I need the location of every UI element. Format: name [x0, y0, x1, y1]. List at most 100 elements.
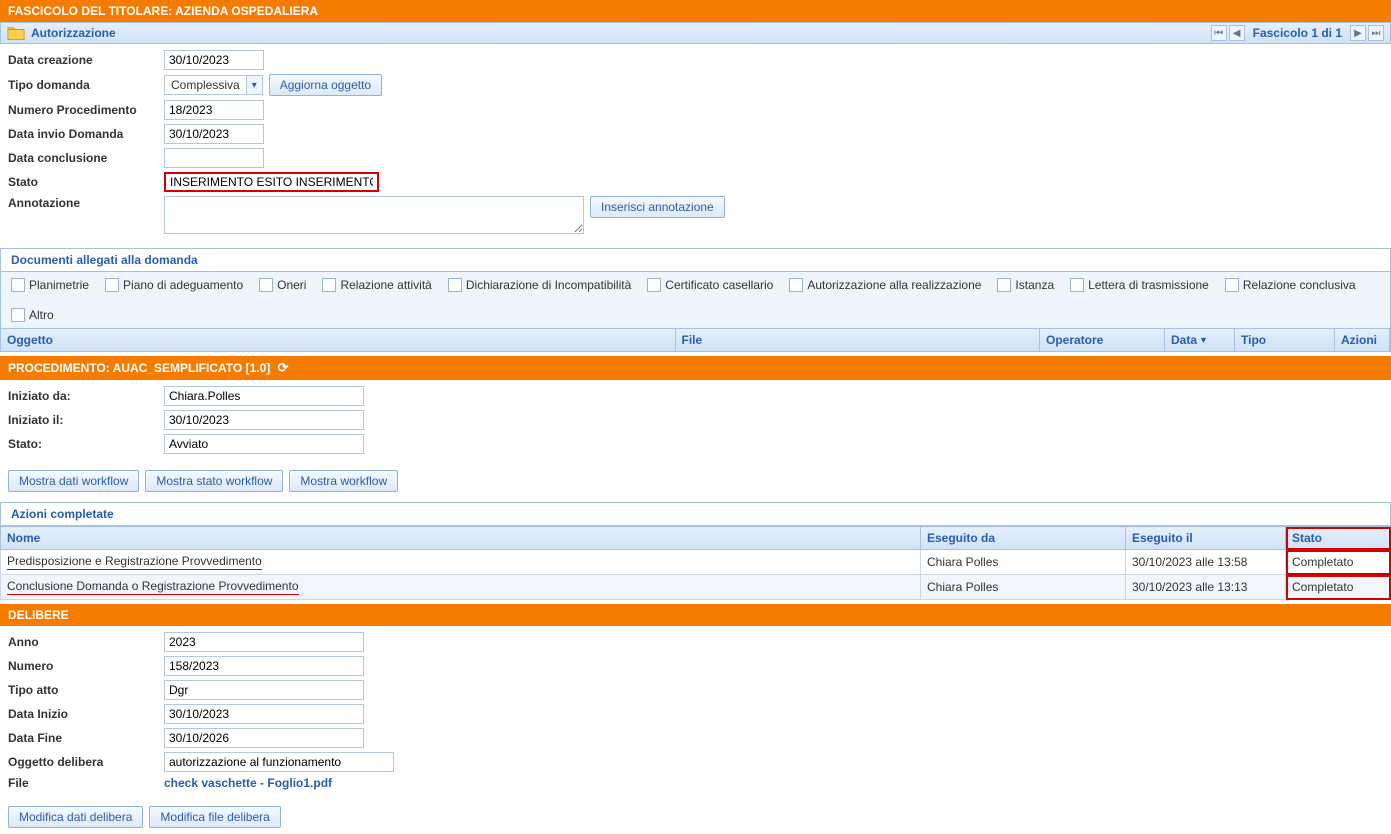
- doc-type-label: Istanza: [1015, 278, 1054, 292]
- stato-input[interactable]: [164, 172, 379, 192]
- doc-type-item[interactable]: Oneri: [259, 278, 306, 292]
- checkbox-icon[interactable]: [11, 278, 25, 292]
- nav-next-icon[interactable]: ▶: [1350, 25, 1366, 41]
- checkbox-icon[interactable]: [1070, 278, 1084, 292]
- doc-type-label: Planimetrie: [29, 278, 89, 292]
- oggetto-delibera-input[interactable]: [164, 752, 394, 772]
- oggetto-delibera-label: Oggetto delibera: [8, 755, 158, 769]
- checkbox-icon[interactable]: [322, 278, 336, 292]
- data-invio-input[interactable]: [164, 124, 264, 144]
- data-creazione-label: Data creazione: [8, 53, 158, 67]
- azione-eseguito-da: Chiara Polles: [921, 550, 1126, 575]
- autorizzazione-bar: Autorizzazione ⏮ ◀ Fascicolo 1 di 1 ▶ ⏭: [0, 22, 1391, 44]
- azioni-completate-header: Azioni completate: [0, 502, 1391, 526]
- checkbox-icon[interactable]: [1225, 278, 1239, 292]
- doc-type-label: Relazione conclusiva: [1243, 278, 1356, 292]
- sort-desc-icon: ▼: [1199, 335, 1208, 345]
- azioni-col-nome[interactable]: Nome: [1, 527, 921, 550]
- data-fine-label: Data Fine: [8, 731, 158, 745]
- doc-type-label: Certificato casellario: [665, 278, 773, 292]
- file-label: File: [8, 776, 158, 790]
- documenti-columns: Oggetto File Operatore Data▼ Tipo Azioni: [0, 329, 1391, 352]
- nav-last-icon[interactable]: ⏭: [1368, 25, 1384, 41]
- azione-eseguito-da: Chiara Polles: [921, 575, 1126, 600]
- data-creazione-input[interactable]: [164, 50, 264, 70]
- doc-type-item[interactable]: Autorizzazione alla realizzazione: [789, 278, 981, 292]
- numero-input[interactable]: [164, 656, 364, 676]
- doc-type-label: Lettera di trasmissione: [1088, 278, 1209, 292]
- anno-input[interactable]: [164, 632, 364, 652]
- doc-type-label: Relazione attività: [340, 278, 431, 292]
- data-inizio-input[interactable]: [164, 704, 364, 724]
- tipo-domanda-value: Complessiva: [165, 76, 246, 94]
- tipo-domanda-label: Tipo domanda: [8, 78, 158, 92]
- azione-eseguito-il: 30/10/2023 alle 13:13: [1126, 575, 1286, 600]
- fascicolo-nav: ⏮ ◀ Fascicolo 1 di 1 ▶ ⏭: [1211, 25, 1384, 41]
- mostra-workflow-button[interactable]: Mostra workflow: [289, 470, 398, 492]
- doc-type-item[interactable]: Lettera di trasmissione: [1070, 278, 1209, 292]
- tipo-atto-label: Tipo atto: [8, 683, 158, 697]
- inserisci-annotazione-button[interactable]: Inserisci annotazione: [590, 196, 725, 218]
- col-oggetto[interactable]: Oggetto: [1, 329, 676, 351]
- documenti-header: Documenti allegati alla domanda: [0, 248, 1391, 272]
- doc-type-item[interactable]: Relazione conclusiva: [1225, 278, 1356, 292]
- doc-type-label: Autorizzazione alla realizzazione: [807, 278, 981, 292]
- modifica-dati-delibera-button[interactable]: Modifica dati delibera: [8, 806, 143, 828]
- checkbox-icon[interactable]: [448, 278, 462, 292]
- checkbox-icon[interactable]: [647, 278, 661, 292]
- col-data[interactable]: Data▼: [1165, 329, 1235, 351]
- doc-type-item[interactable]: Piano di adeguamento: [105, 278, 243, 292]
- data-conclusione-input[interactable]: [164, 148, 264, 168]
- fascicolo-header: FASCICOLO DEL TITOLARE: AZIENDA OSPEDALI…: [0, 0, 1391, 22]
- mostra-dati-workflow-button[interactable]: Mostra dati workflow: [8, 470, 139, 492]
- modifica-file-delibera-button[interactable]: Modifica file delibera: [149, 806, 280, 828]
- numero-label: Numero: [8, 659, 158, 673]
- azione-stato: Completato: [1286, 575, 1391, 600]
- doc-type-item[interactable]: Planimetrie: [11, 278, 89, 292]
- doc-type-label: Dichiarazione di Incompatibilità: [466, 278, 631, 292]
- proc-stato-input[interactable]: [164, 434, 364, 454]
- col-azioni[interactable]: Azioni: [1335, 329, 1390, 351]
- data-fine-input[interactable]: [164, 728, 364, 748]
- procedimento-header: PROCEDIMENTO: AUAC_SEMPLIFICATO [1.0] ⟳: [0, 356, 1391, 380]
- tipo-domanda-select[interactable]: Complessiva ▾: [164, 75, 263, 95]
- azioni-col-stato[interactable]: Stato: [1286, 527, 1391, 550]
- doc-type-label: Piano di adeguamento: [123, 278, 243, 292]
- fascicolo-counter: Fascicolo 1 di 1: [1253, 26, 1342, 40]
- doc-type-item[interactable]: Relazione attività: [322, 278, 431, 292]
- iniziato-da-input[interactable]: [164, 386, 364, 406]
- doc-type-item[interactable]: Certificato casellario: [647, 278, 773, 292]
- iniziato-il-input[interactable]: [164, 410, 364, 430]
- doc-type-item[interactable]: Altro: [11, 308, 54, 322]
- checkbox-icon[interactable]: [997, 278, 1011, 292]
- table-row: Predisposizione e Registrazione Provvedi…: [1, 550, 1391, 575]
- tipo-atto-input[interactable]: [164, 680, 364, 700]
- azione-nome: Conclusione Domanda o Registrazione Prov…: [7, 579, 299, 595]
- annotazione-textarea[interactable]: [164, 196, 584, 234]
- azioni-table: Nome Eseguito da Eseguito il Stato Predi…: [0, 526, 1391, 600]
- numero-procedimento-input[interactable]: [164, 100, 264, 120]
- checkbox-icon[interactable]: [11, 308, 25, 322]
- azioni-col-eseguito-il[interactable]: Eseguito il: [1126, 527, 1286, 550]
- delibere-form: Anno Numero Tipo atto Data Inizio Data F…: [0, 626, 1391, 800]
- file-link[interactable]: check vaschette - Foglio1.pdf: [164, 776, 332, 790]
- doc-type-item[interactable]: Istanza: [997, 278, 1054, 292]
- col-operatore[interactable]: Operatore: [1040, 329, 1165, 351]
- checkbox-icon[interactable]: [259, 278, 273, 292]
- nav-first-icon[interactable]: ⏮: [1211, 25, 1227, 41]
- checkbox-icon[interactable]: [105, 278, 119, 292]
- stato-label: Stato: [8, 175, 158, 189]
- chevron-down-icon: ▾: [246, 76, 262, 94]
- col-tipo[interactable]: Tipo: [1235, 329, 1335, 351]
- table-row: Conclusione Domanda o Registrazione Prov…: [1, 575, 1391, 600]
- mostra-stato-workflow-button[interactable]: Mostra stato workflow: [145, 470, 283, 492]
- data-invio-label: Data invio Domanda: [8, 127, 158, 141]
- aggiorna-oggetto-button[interactable]: Aggiorna oggetto: [269, 74, 382, 96]
- folder-icon: [7, 25, 25, 41]
- checkbox-icon[interactable]: [789, 278, 803, 292]
- azioni-col-eseguito-da[interactable]: Eseguito da: [921, 527, 1126, 550]
- refresh-icon[interactable]: ⟳: [278, 360, 289, 376]
- nav-prev-icon[interactable]: ◀: [1229, 25, 1245, 41]
- doc-type-item[interactable]: Dichiarazione di Incompatibilità: [448, 278, 631, 292]
- col-file[interactable]: File: [676, 329, 1041, 351]
